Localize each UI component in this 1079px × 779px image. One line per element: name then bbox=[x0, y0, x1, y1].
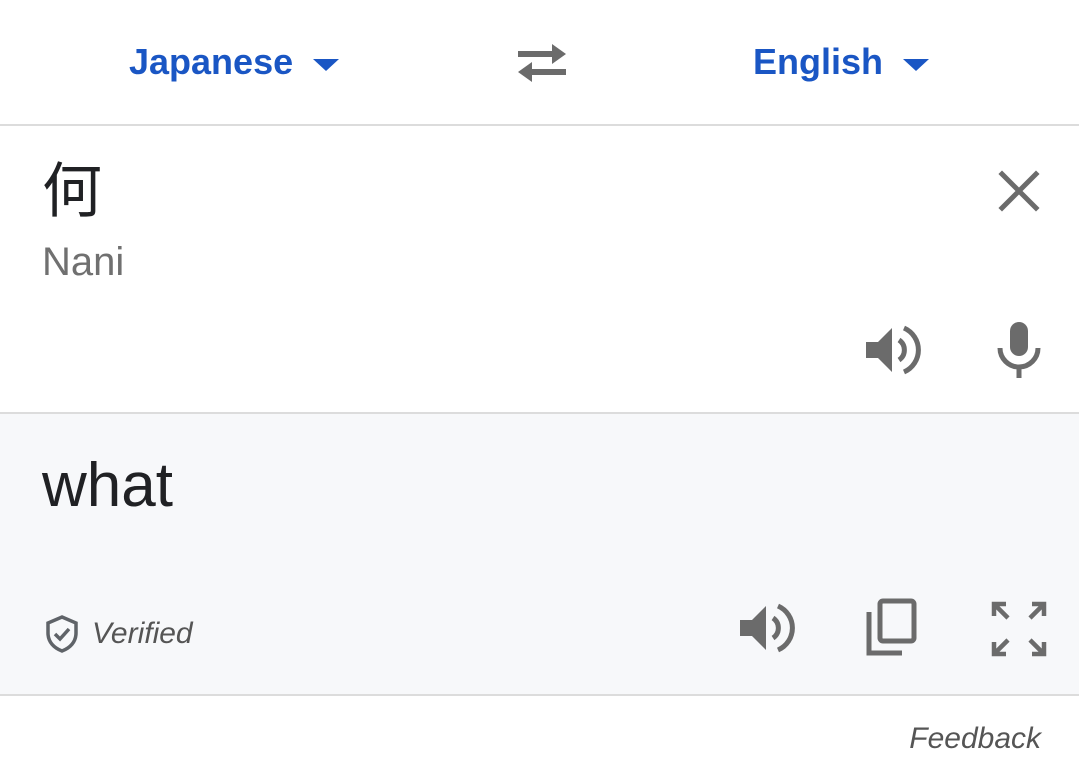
close-icon[interactable] bbox=[994, 166, 1044, 216]
microphone-icon[interactable] bbox=[994, 320, 1044, 380]
fullscreen-icon[interactable] bbox=[990, 600, 1048, 658]
translation-panel: what Verified bbox=[0, 414, 1079, 694]
source-text[interactable]: 何 bbox=[42, 162, 102, 222]
speaker-icon[interactable] bbox=[736, 600, 796, 656]
swap-arrows-icon[interactable] bbox=[512, 38, 572, 86]
copy-icon[interactable] bbox=[864, 598, 920, 658]
footer: Feedback bbox=[0, 696, 1079, 779]
verified-badge[interactable]: Verified bbox=[44, 614, 193, 654]
source-panel: 何 Nani bbox=[0, 126, 1079, 412]
shield-check-icon bbox=[46, 615, 78, 653]
target-language-selector[interactable]: English bbox=[753, 40, 930, 84]
target-language-label: English bbox=[753, 41, 884, 82]
caret-down-icon bbox=[903, 59, 930, 71]
speaker-icon[interactable] bbox=[862, 322, 922, 378]
feedback-link[interactable]: Feedback bbox=[909, 722, 1041, 756]
verified-label: Verified bbox=[92, 617, 193, 650]
caret-down-icon bbox=[313, 59, 340, 71]
source-language-selector[interactable]: Japanese bbox=[129, 40, 340, 84]
language-bar: Japanese English bbox=[0, 0, 1079, 124]
source-language-label: Japanese bbox=[129, 41, 294, 82]
translation-text[interactable]: what bbox=[42, 451, 173, 520]
source-transliteration: Nani bbox=[42, 240, 125, 284]
